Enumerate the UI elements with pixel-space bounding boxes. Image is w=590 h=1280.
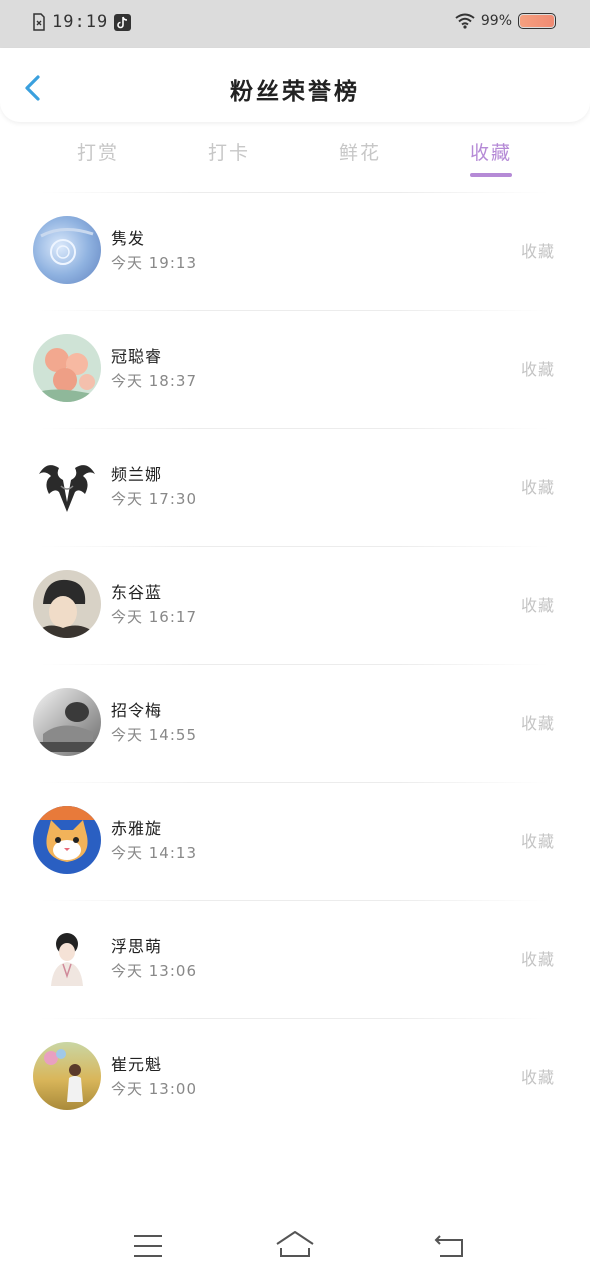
status-left: 19:19 <box>32 12 132 32</box>
list-item[interactable]: 赤雅旋 今天 14:13 收藏 <box>0 782 590 900</box>
divider <box>40 1018 550 1019</box>
favorite-label: 收藏 <box>520 714 555 733</box>
favorite-label: 收藏 <box>520 242 555 261</box>
fan-list: 隽发 今天 19:13 收藏 冠聪睿 今天 18:37 收藏 频兰娜 今天 17… <box>0 192 590 1136</box>
list-item[interactable]: 频兰娜 今天 17:30 收藏 <box>0 428 590 546</box>
fan-name: 东谷蓝 <box>111 583 163 602</box>
favorite-label: 收藏 <box>520 832 555 851</box>
fan-time: 今天 18:37 <box>111 372 197 390</box>
sim-icon <box>33 13 45 31</box>
fan-time: 今天 13:06 <box>111 962 197 980</box>
header: 粉丝荣誉榜 <box>0 48 590 122</box>
avatar <box>33 688 101 756</box>
tab-checkin[interactable]: 打卡 <box>189 138 269 165</box>
tab-label: 收藏 <box>469 142 512 164</box>
status-time: 19:19 <box>52 12 109 32</box>
page-title: 粉丝荣誉榜 <box>230 79 360 105</box>
status-right: 99% <box>455 13 556 29</box>
favorite-label: 收藏 <box>520 1068 555 1087</box>
divider <box>40 428 550 429</box>
wifi-icon <box>455 13 475 29</box>
list-item[interactable]: 崔元魁 今天 13:00 收藏 <box>0 1018 590 1136</box>
fan-time: 今天 19:13 <box>111 254 197 272</box>
avatar <box>33 806 101 874</box>
status-bar: 19:19 99% <box>0 0 590 48</box>
fan-name: 浮思萌 <box>111 937 163 956</box>
list-item[interactable]: 招令梅 今天 14:55 收藏 <box>0 664 590 782</box>
fan-name: 冠聪睿 <box>111 347 163 366</box>
divider <box>40 310 550 311</box>
home-icon[interactable] <box>273 1226 317 1266</box>
battery-percent: 99% <box>480 13 512 29</box>
fan-name: 赤雅旋 <box>111 819 163 838</box>
divider <box>40 546 550 547</box>
fan-name: 频兰娜 <box>111 465 163 484</box>
divider <box>40 192 550 193</box>
avatar <box>33 570 101 638</box>
divider <box>40 664 550 665</box>
fan-name: 隽发 <box>111 229 146 248</box>
tab-flowers[interactable]: 鲜花 <box>320 138 400 165</box>
tab-label: 鲜花 <box>338 142 381 164</box>
battery-icon <box>518 13 556 29</box>
tab-label: 打卡 <box>207 142 250 164</box>
avatar <box>33 452 101 520</box>
list-item[interactable]: 冠聪睿 今天 18:37 收藏 <box>0 310 590 428</box>
tab-active-indicator <box>470 173 512 177</box>
tab-label: 打赏 <box>76 142 119 164</box>
back-icon[interactable] <box>428 1226 472 1266</box>
fan-name: 崔元魁 <box>111 1055 163 1074</box>
avatar <box>33 216 101 284</box>
avatar <box>33 334 101 402</box>
favorite-label: 收藏 <box>520 596 555 615</box>
system-nav-bar <box>0 1212 590 1280</box>
fan-time: 今天 14:55 <box>111 726 197 744</box>
fan-time: 今天 13:00 <box>111 1080 197 1098</box>
list-item[interactable]: 东谷蓝 今天 16:17 收藏 <box>0 546 590 664</box>
divider <box>40 900 550 901</box>
list-item[interactable]: 浮思萌 今天 13:06 收藏 <box>0 900 590 1018</box>
favorite-label: 收藏 <box>520 360 555 379</box>
fan-name: 招令梅 <box>111 701 163 720</box>
favorite-label: 收藏 <box>520 950 555 969</box>
tab-reward[interactable]: 打赏 <box>58 138 138 165</box>
divider <box>40 782 550 783</box>
favorite-label: 收藏 <box>520 478 555 497</box>
avatar <box>33 924 101 992</box>
fan-time: 今天 16:17 <box>111 608 197 626</box>
menu-icon[interactable] <box>126 1226 170 1266</box>
avatar <box>33 1042 101 1110</box>
fan-time: 今天 14:13 <box>111 844 197 862</box>
tiktok-icon <box>114 13 132 31</box>
fan-time: 今天 17:30 <box>111 490 197 508</box>
tab-bar: 打赏 打卡 鲜花 收藏 <box>0 130 590 190</box>
tab-favorites[interactable]: 收藏 <box>451 138 531 177</box>
list-item[interactable]: 隽发 今天 19:13 收藏 <box>0 192 590 310</box>
